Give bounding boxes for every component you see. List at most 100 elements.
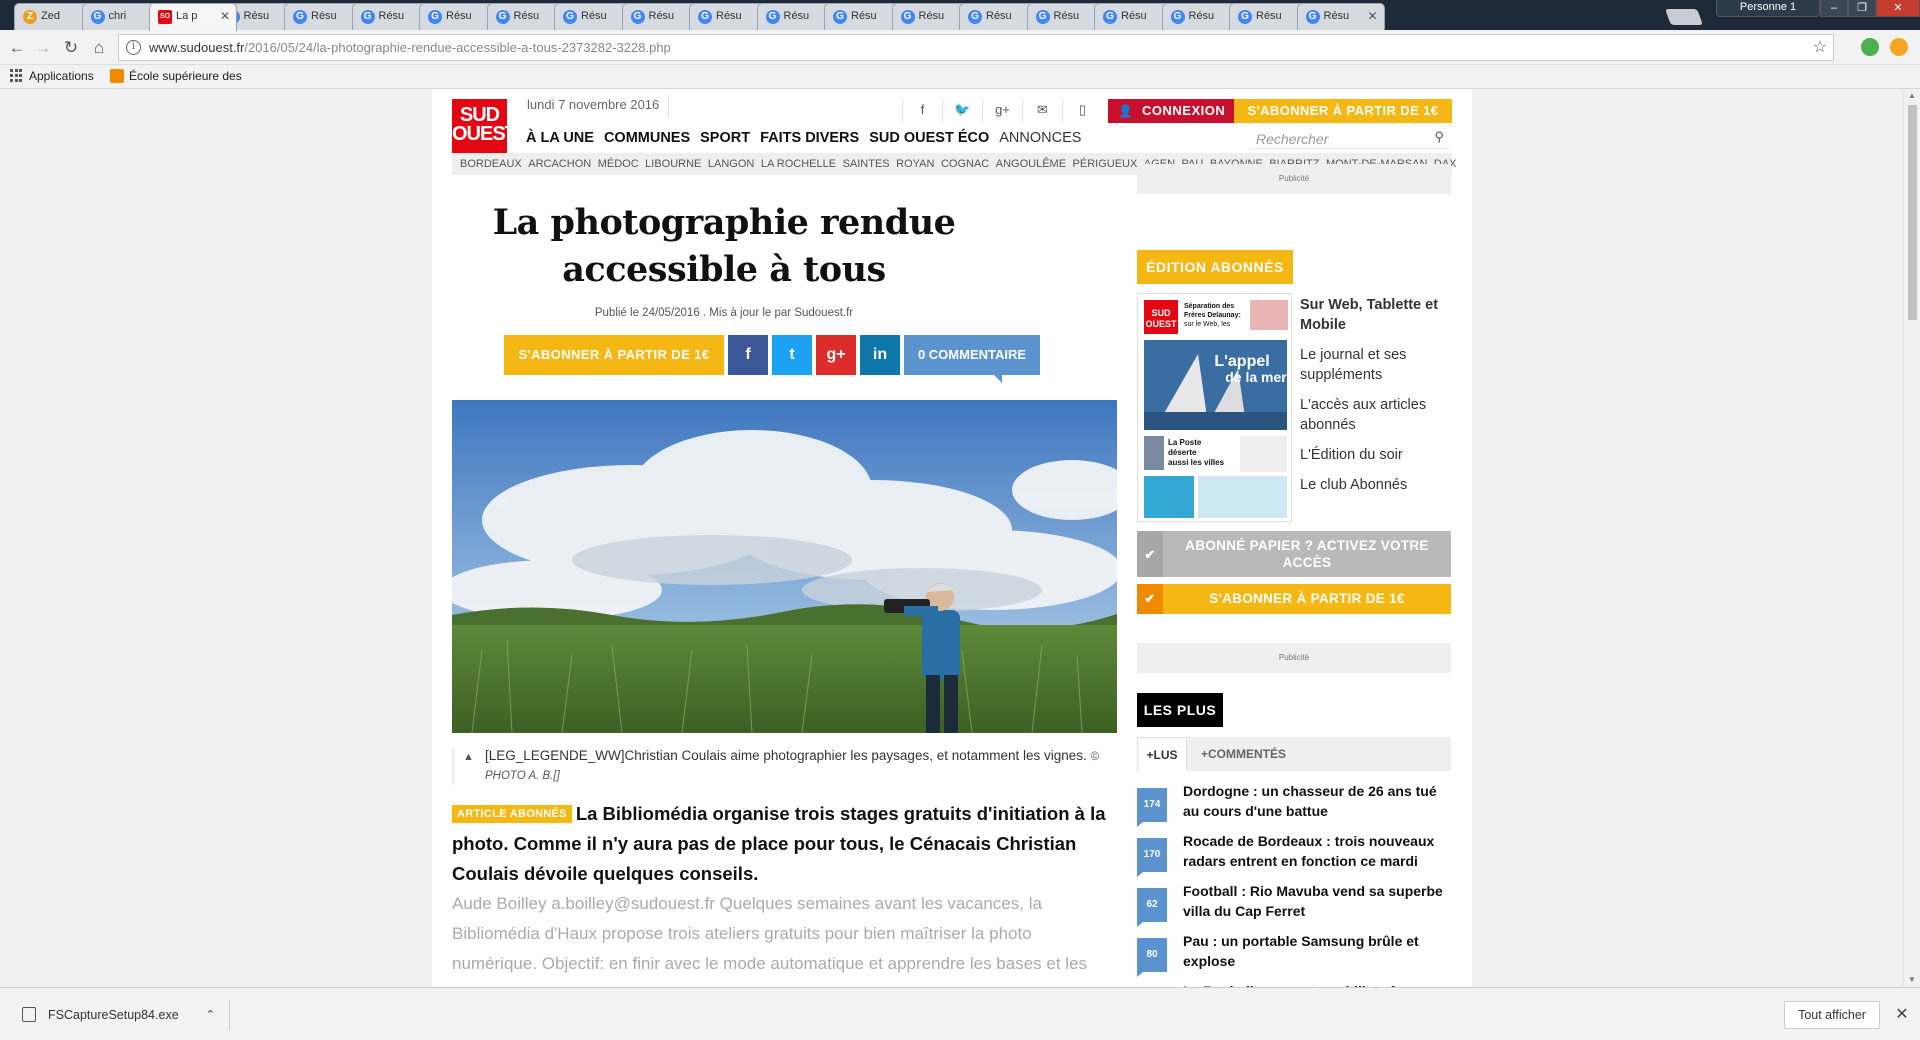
twitter-share-button[interactable]: t xyxy=(772,335,812,375)
new-tab-button[interactable] xyxy=(1665,9,1703,25)
tab-title: Résu xyxy=(1188,10,1215,22)
google-icon: G xyxy=(765,10,780,24)
mobile-icon[interactable]: ▯ xyxy=(1062,99,1102,123)
photo-caption: ▲ [LEG_LEGENDE_WW]Christian Coulais aime… xyxy=(452,747,1117,785)
most-read-item[interactable]: 80 Pau : un portable Samsung brûle et exp… xyxy=(1137,931,1451,977)
activate-access-button[interactable]: ✔ ABONNÉ PAPIER ? ACTIVEZ VOTRE ACCÈS xyxy=(1137,531,1451,577)
googleplus-icon[interactable]: g+ xyxy=(982,99,1022,123)
facebook-share-button[interactable]: f xyxy=(728,335,768,375)
edition-benefit: L'accès aux articles abonnés xyxy=(1300,397,1427,433)
tab-title: Résu xyxy=(513,10,540,22)
user-icon: 👤 xyxy=(1118,104,1134,118)
download-item[interactable]: FSCaptureSetup84.exe ⌃ xyxy=(14,1000,230,1030)
city-link[interactable]: LA ROCHELLE xyxy=(761,158,836,170)
extension-icon[interactable] xyxy=(1861,38,1879,56)
tab-title: Résu xyxy=(783,10,810,22)
bookmark-applications[interactable]: Applications xyxy=(10,65,94,87)
tab-plus-commentes[interactable]: +COMMENTÉS xyxy=(1201,737,1286,771)
city-link[interactable]: ROYAN xyxy=(896,158,934,170)
bookmark-ecole[interactable]: École supérieure des xyxy=(110,65,242,87)
scroll-up-icon[interactable]: ▲ xyxy=(1904,89,1920,103)
reload-icon[interactable]: ↻ xyxy=(60,37,82,59)
browser-tab[interactable]: SO La p ✕ xyxy=(149,3,237,31)
tab-plus-lus[interactable]: +LUS xyxy=(1137,737,1187,771)
profile-name: Personne 1 xyxy=(1739,1,1797,13)
svg-text:Séparation des: Séparation des xyxy=(1184,303,1234,310)
nav-faits-divers[interactable]: FAITS DIVERS xyxy=(760,129,859,147)
maximize-icon[interactable]: ❐ xyxy=(1848,0,1876,17)
tab-title: Résu xyxy=(716,10,742,22)
city-link[interactable]: MÉDOC xyxy=(598,158,639,170)
read-count-badge: 174 xyxy=(1137,788,1167,827)
search-input[interactable]: Rechercher ⚲ xyxy=(1250,129,1450,149)
url-text[interactable]: www.sudouest.fr/2016/05/24/la-photograph… xyxy=(149,35,671,60)
main-nav: À LA UNE COMMUNES SPORT FAITS DIVERS SUD… xyxy=(526,129,1081,147)
sudouest-logo[interactable]: SUD OUEST xyxy=(452,99,517,155)
scrollbar-thumb[interactable] xyxy=(1908,105,1917,320)
show-all-downloads-button[interactable]: Tout afficher xyxy=(1784,1001,1880,1029)
most-read-item[interactable]: 174 Dordogne : un chasseur de 26 ans tué … xyxy=(1137,781,1451,827)
twitter-icon[interactable]: 🐦 xyxy=(942,99,982,123)
page-container: SUD OUEST lundi 7 novembre 2016 f 🐦 g+ ✉… xyxy=(432,89,1472,987)
close-tab-icon[interactable]: ✕ xyxy=(220,4,230,29)
caption-toggle-icon[interactable]: ▲ xyxy=(463,748,474,766)
connexion-button[interactable]: 👤 CONNEXION xyxy=(1108,99,1234,123)
close-window-icon[interactable]: ✕ xyxy=(1876,0,1920,17)
page-viewport: SUD OUEST lundi 7 novembre 2016 f 🐦 g+ ✉… xyxy=(0,89,1920,987)
close-icon[interactable]: ✕ xyxy=(1892,1001,1912,1029)
address-bar[interactable]: i www.sudouest.fr/2016/05/24/la-photogra… xyxy=(118,34,1834,61)
mail-icon[interactable]: ✉ xyxy=(1022,99,1062,123)
extension-icon[interactable] xyxy=(1890,38,1908,56)
edition-benefit: L'Édition du soir xyxy=(1300,447,1403,463)
city-link[interactable]: LIBOURNE xyxy=(645,158,701,170)
tab-title: Résu xyxy=(918,10,945,22)
newspaper-cover[interactable]: SUD OUEST Séparation des Frères Delaunay… xyxy=(1137,293,1292,522)
back-arrow-icon[interactable]: ← xyxy=(6,37,28,59)
subscribe-sidebar-button[interactable]: ✔ S'ABONNER À PARTIR DE 1€ xyxy=(1137,584,1451,614)
forward-arrow-icon[interactable]: → xyxy=(32,37,54,59)
googleplus-share-button[interactable]: g+ xyxy=(816,335,856,375)
home-icon[interactable]: ⌂ xyxy=(88,37,110,59)
profile-button[interactable]: Personne 1 xyxy=(1716,0,1820,17)
browser-tab[interactable]: GRésu ✕ xyxy=(1296,3,1385,30)
minimize-icon[interactable]: – xyxy=(1820,0,1848,17)
nav-a-la-une[interactable]: À LA UNE xyxy=(526,129,594,147)
close-tab-icon[interactable]: ✕ xyxy=(1367,4,1377,29)
most-read-item[interactable]: 170 Rocade de Bordeaux : trois nouveaux r… xyxy=(1137,831,1451,877)
linkedin-share-button[interactable]: in xyxy=(860,335,900,375)
city-link[interactable]: PÉRIGUEUX xyxy=(1073,158,1138,170)
subscribe-button[interactable]: S'ABONNER À PARTIR DE 1€ xyxy=(504,335,724,375)
scroll-down-icon[interactable]: ▼ xyxy=(1904,973,1920,987)
city-link[interactable]: BORDEAUX xyxy=(460,158,522,170)
search-icon[interactable]: ⚲ xyxy=(1434,129,1444,145)
bookmark-star-icon[interactable]: ☆ xyxy=(1813,37,1827,57)
most-read-item[interactable]: 62 Football : Rio Mavuba vend sa superbe … xyxy=(1137,881,1451,927)
tab-title: Résu xyxy=(1323,10,1350,22)
tab-title: Résu xyxy=(581,10,607,22)
subscribe-top-button[interactable]: S'ABONNER À PARTIR DE 1€ xyxy=(1234,99,1452,123)
header-date: lundi 7 novembre 2016 xyxy=(527,95,670,117)
info-icon[interactable]: i xyxy=(126,40,141,55)
google-icon: G xyxy=(293,10,307,24)
nav-sport[interactable]: SPORT xyxy=(700,129,750,147)
google-icon: G xyxy=(1035,10,1050,24)
svg-text:SUD: SUD xyxy=(1151,308,1171,318)
chevron-up-icon[interactable]: ⌃ xyxy=(206,1000,215,1030)
zed-icon: Z xyxy=(23,10,37,24)
article-lead: ARTICLE ABONNÉS La Bibliomédia organise t… xyxy=(452,803,1106,884)
article-photo xyxy=(452,400,1117,733)
city-link[interactable]: ANGOULÊME xyxy=(996,158,1066,170)
city-link[interactable]: SAINTES xyxy=(843,158,890,170)
page-scrollbar[interactable]: ▲ ▼ xyxy=(1903,89,1920,987)
comments-button[interactable]: 0 COMMENTAIRE xyxy=(904,335,1040,383)
edition-abonnes-title: ÉDITION ABONNÉS xyxy=(1137,250,1293,284)
nav-sud-ouest-eco[interactable]: SUD OUEST ÉCO xyxy=(869,129,989,147)
city-link[interactable]: LANGON xyxy=(708,158,754,170)
nav-communes[interactable]: COMMUNES xyxy=(604,129,690,147)
city-link[interactable]: ARCACHON xyxy=(528,158,591,170)
city-link[interactable]: COGNAC xyxy=(941,158,989,170)
google-icon: G xyxy=(563,10,577,24)
article-meta: Publié le 24/05/2016 . Mis à jour le par… xyxy=(594,307,854,319)
nav-annonces[interactable]: ANNONCES xyxy=(999,129,1081,147)
facebook-icon[interactable]: f xyxy=(902,99,942,123)
